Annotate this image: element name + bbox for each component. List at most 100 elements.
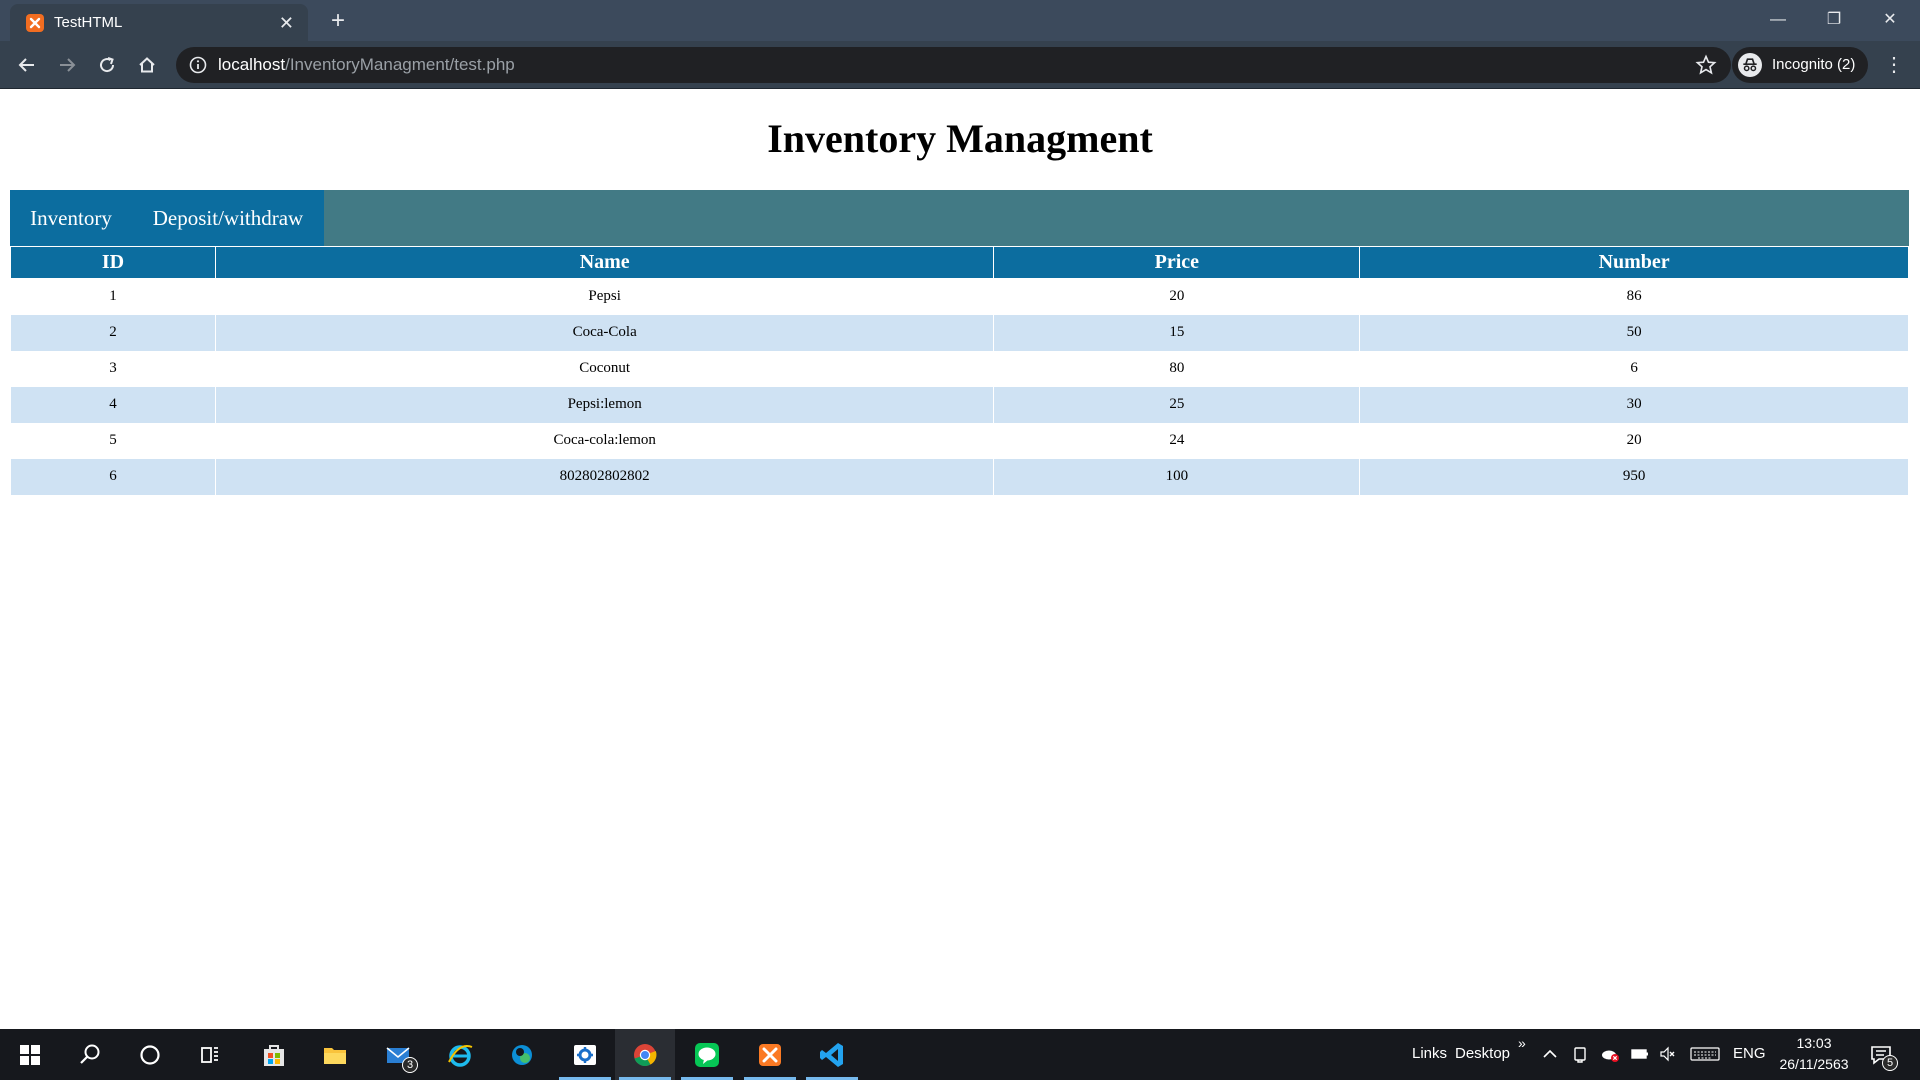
cell-price: 25 [993,386,1361,423]
clock-time: 13:03 [1796,1035,1832,1051]
cell-name: Coca-Cola [214,314,995,351]
page-body: Inventory Managment Inventory Deposit/wi… [0,89,1920,1029]
browser-toolbar: localhost/InventoryManagment/test.php In… [0,41,1920,89]
table-row: 1 Pepsi 20 86 [10,278,1909,315]
battery-icon[interactable] [1630,1044,1650,1064]
url-path: /InventoryManagment/test.php [285,55,515,74]
microsoft-store-button[interactable] [244,1029,304,1080]
cell-id: 4 [10,386,216,423]
edge-button[interactable] [492,1029,552,1080]
input-language-indicator[interactable]: ENG [1733,1044,1766,1064]
device-tray-icon[interactable] [1570,1044,1590,1064]
mail-badge: 3 [402,1057,418,1073]
vscode-icon [820,1042,843,1067]
column-header-name: Name [214,246,995,279]
table-header-row: ID Name Price Number [10,246,1909,279]
back-button[interactable] [13,51,41,79]
bookmark-star-icon[interactable] [1695,54,1717,76]
cell-name: Pepsi [214,278,995,315]
column-header-price: Price [993,246,1361,279]
browser-tab-strip: TestHTML ✕ + — ❐ ✕ [0,0,1920,41]
address-bar[interactable]: localhost/InventoryManagment/test.php [176,47,1731,83]
cell-number: 950 [1359,458,1909,495]
clock-date: 26/11/2563 [1779,1056,1849,1072]
links-toolbar-label[interactable]: Links [1412,1044,1447,1064]
search-button[interactable] [60,1029,120,1080]
store-icon [264,1044,284,1066]
inventory-table: ID Name Price Number 1 Pepsi 20 86 2 Coc… [10,246,1909,495]
tab-close-icon[interactable]: ✕ [279,13,294,33]
minimize-button[interactable]: — [1758,6,1798,34]
cell-number: 50 [1359,314,1909,351]
table-row: 5 Coca-cola:lemon 24 20 [10,422,1909,459]
xampp-favicon-icon [26,14,44,32]
nav-item-deposit-withdraw[interactable]: Deposit/withdraw [132,190,324,246]
internet-explorer-icon [448,1044,473,1067]
reload-icon [100,57,115,73]
start-button[interactable] [0,1029,60,1080]
cell-price: 80 [993,350,1361,387]
line-chat-icon [695,1042,719,1067]
close-window-button[interactable]: ✕ [1870,6,1910,34]
file-explorer-button[interactable] [305,1029,365,1080]
column-header-number: Number [1359,246,1909,279]
info-icon[interactable] [188,55,208,75]
show-hidden-icons-chevron-icon[interactable] [1540,1044,1560,1064]
action-center-button[interactable]: 5 [1866,1039,1898,1071]
toolbar-overflow-icon[interactable]: » [1518,1033,1526,1053]
home-button[interactable] [133,51,161,79]
task-view-button[interactable] [180,1029,240,1080]
cell-id: 1 [10,278,216,315]
vscode-button[interactable] [802,1029,862,1080]
forward-button[interactable] [53,51,81,79]
table-row: 4 Pepsi:lemon 25 30 [10,386,1909,423]
cell-id: 5 [10,422,216,459]
mail-button[interactable]: 3 [368,1029,428,1080]
chrome-button[interactable] [615,1029,675,1080]
search-icon [80,1044,100,1064]
desktop-toolbar-label[interactable]: Desktop [1455,1044,1510,1064]
incognito-label: Incognito (2) [1772,56,1856,73]
cell-name: Coconut [214,350,995,387]
control-panel-button[interactable] [555,1029,615,1080]
url-text: localhost/InventoryManagment/test.php [218,55,515,75]
incognito-icon [1738,53,1762,77]
chrome-icon [634,1043,657,1066]
cell-id: 3 [10,350,216,387]
url-host: localhost [218,55,286,74]
edge-icon [512,1044,532,1065]
reload-button[interactable] [93,51,121,79]
nav-bar: Inventory Deposit/withdraw [10,190,1909,246]
new-tab-button[interactable]: + [324,8,352,36]
keyboard-icon[interactable] [1690,1044,1720,1064]
cell-id: 6 [10,458,216,495]
cortana-button[interactable] [120,1029,180,1080]
restore-button[interactable]: ❐ [1814,6,1854,34]
table-row: 3 Coconut 80 6 [10,350,1909,387]
cell-id: 2 [10,314,216,351]
incognito-button[interactable]: Incognito (2) [1732,47,1868,83]
task-view-icon [201,1046,218,1063]
column-header-id: ID [10,246,216,279]
cell-number: 86 [1359,278,1909,315]
nav-item-inventory[interactable]: Inventory [10,190,132,246]
settings-app-icon [574,1044,596,1065]
volume-muted-icon[interactable] [1658,1044,1678,1064]
cortana-circle-icon [140,1044,160,1065]
cell-number: 6 [1359,350,1909,387]
table-row: 6 802802802802 100 950 [10,458,1909,495]
line-button[interactable] [677,1029,737,1080]
taskbar-clock[interactable]: 13:03 26/11/2563 [1764,1033,1864,1075]
cell-name: 802802802802 [214,458,995,495]
xampp-button[interactable] [740,1029,800,1080]
browser-menu-icon[interactable]: ⋮ [1882,53,1906,77]
internet-explorer-button[interactable] [430,1029,490,1080]
cell-price: 15 [993,314,1361,351]
forward-arrow-icon [60,58,76,72]
cell-number: 20 [1359,422,1909,459]
cell-name: Pepsi:lemon [214,386,995,423]
notification-count-badge: 5 [1882,1055,1898,1071]
cell-name: Coca-cola:lemon [214,422,995,459]
browser-tab[interactable]: TestHTML ✕ [10,4,308,41]
onedrive-error-icon[interactable] [1600,1044,1620,1064]
